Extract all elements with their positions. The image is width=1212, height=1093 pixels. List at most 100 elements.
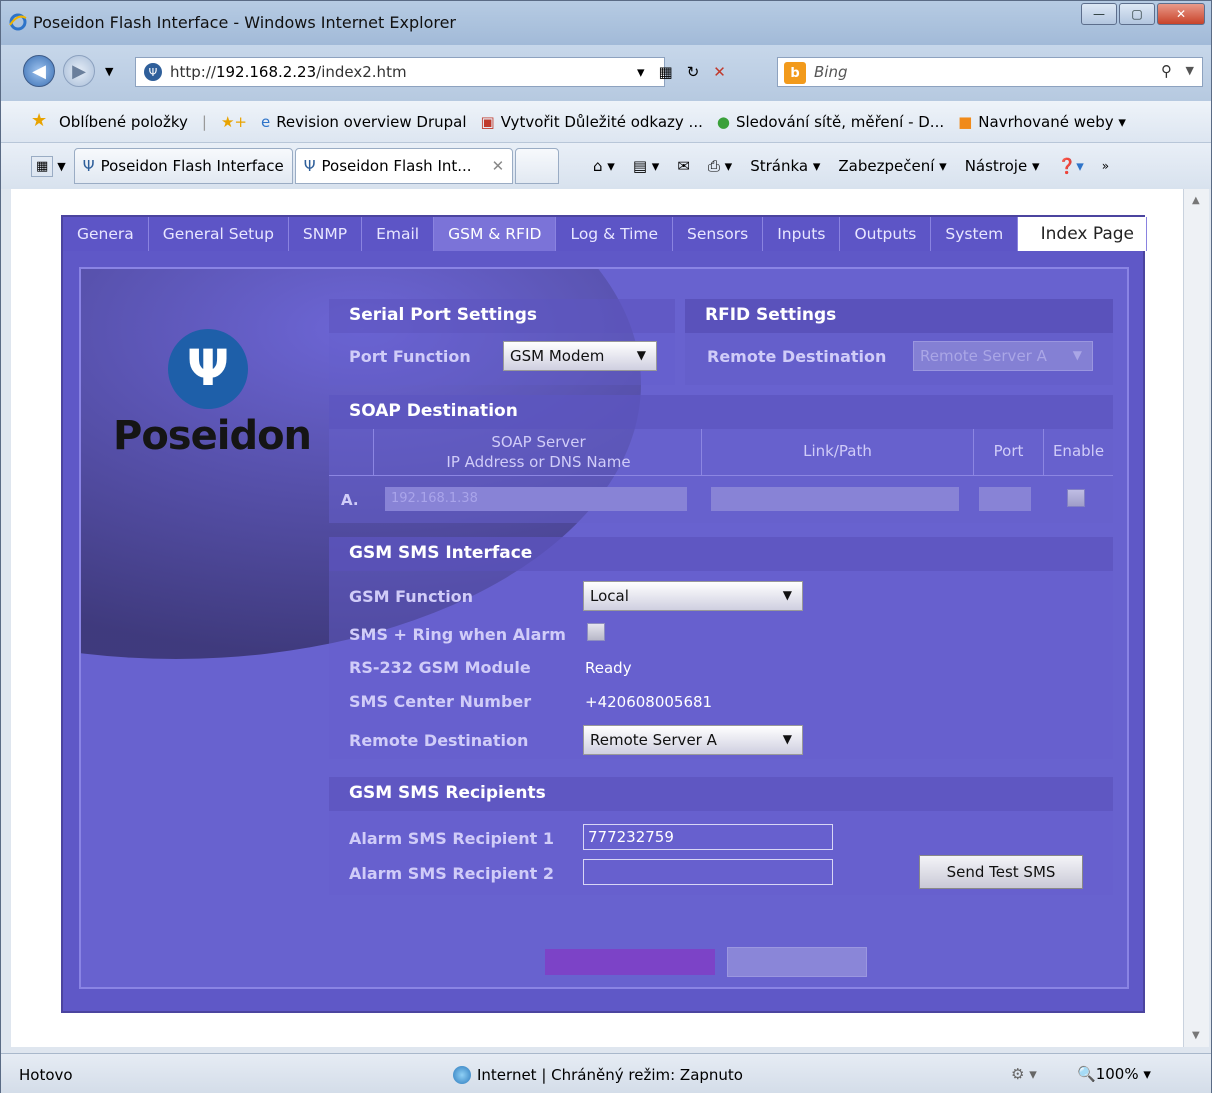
add-favorite-icon[interactable]: ★+ [221,113,247,131]
url-path: /index2.htm [316,63,407,81]
zoom-control[interactable]: 🔍100% ▾ [1077,1065,1151,1083]
tab-general-setup[interactable]: General Setup [148,217,289,251]
save-changes-button[interactable] [727,947,867,977]
gsm-function-select[interactable]: Local ▼ [583,581,803,611]
tab-favicon-icon: Ψ [303,157,316,175]
home-icon[interactable]: ⌂ ▾ [593,157,615,175]
bing-icon: b [784,62,806,84]
fav-item-navrhovane[interactable]: ■ Navrhované weby ▾ [958,113,1126,131]
sms-ring-checkbox[interactable] [587,623,605,641]
fav-item-vytvorit[interactable]: ▣ Vytvořit Důležité odkazy ... [481,113,703,131]
refresh-icon[interactable]: ↻ [687,63,700,81]
index-page-link[interactable]: Index Page [1026,217,1147,251]
poseidon-logo: Ψ Poseidon [113,329,312,459]
soap-server-field[interactable]: 192.168.1.38 [385,487,687,511]
fav-item-sledovani[interactable]: ● Sledování sítě, měření - D... [717,113,944,131]
favorites-bar: ★ Oblíbené položky | ★+ e Revision overvi… [1,101,1211,143]
gsm-section-title: GSM SMS Interface [329,537,1113,571]
recipient-1-input[interactable]: 777232759 [583,824,833,850]
new-tab-button[interactable] [515,148,560,184]
tab-inputs[interactable]: Inputs [763,217,841,251]
gsm-remote-destination-label: Remote Destination [349,731,529,750]
tab-email[interactable]: Email [362,217,435,251]
tab-genera[interactable]: Genera [63,217,149,251]
scroll-up-icon[interactable]: ▲ [1192,195,1200,206]
port-function-select[interactable]: GSM Modem ▼ [503,341,657,371]
fav-item-revision[interactable]: e Revision overview Drupal [261,113,467,131]
forward-icon[interactable]: ▶ [63,55,95,87]
maximize-button[interactable]: ▢ [1119,3,1155,25]
tab-outputs[interactable]: Outputs [840,217,932,251]
chevron-more-icon[interactable]: » [1102,159,1109,173]
suggested-sites-icon: ■ [958,112,973,131]
tab-snmp[interactable]: SNMP [288,217,363,251]
help-icon[interactable]: ❓▾ [1058,157,1084,175]
security-zone-text: Internet | Chráněný režim: Zapnuto [477,1066,743,1084]
gsm-module-label: RS-232 GSM Module [349,658,531,677]
quick-tabs-icon[interactable]: ▦ [31,155,54,177]
send-test-sms-button[interactable]: Send Test SMS [919,855,1083,889]
search-field[interactable]: b Bing ⚲ ▼ [777,57,1203,87]
tab-system[interactable]: System [931,217,1019,251]
browser-tab-1[interactable]: Ψ Poseidon Flash Interface [73,148,293,184]
close-button[interactable]: ✕ [1157,3,1205,25]
url-field[interactable]: Ψ http://192.168.2.23/index2.htm [135,57,665,87]
soap-col-server-line2: IP Address or DNS Name [446,453,631,471]
feeds-icon[interactable]: ▤ ▾ [633,157,659,175]
ie-logo-icon [9,13,27,31]
tab-gsm-rfid[interactable]: GSM & RFID [434,217,557,251]
soap-divider [329,475,1113,476]
browser-tab-label: Poseidon Flash Int... [321,157,472,175]
recipient-1-label: Alarm SMS Recipient 1 [349,829,555,848]
rfid-remote-destination-select[interactable]: Remote Server A ▼ [913,341,1093,371]
tab-list-dropdown-icon[interactable]: ▼ [57,160,65,173]
recipient-2-input[interactable] [583,859,833,885]
tab-close-icon[interactable]: ✕ [492,157,505,175]
stop-icon[interactable]: ✕ [713,63,726,81]
internet-globe-icon [453,1066,471,1084]
print-icon[interactable]: ⎙ ▾ [708,157,732,175]
security-menu[interactable]: Zabezpečení ▾ [838,157,946,175]
chevron-down-icon: ▼ [782,732,792,746]
chevron-down-icon: ▼ [782,588,792,602]
tab-sensors[interactable]: Sensors [673,217,764,251]
serial-section-title: Serial Port Settings [329,299,675,333]
search-dropdown-icon[interactable]: ▼ [1186,64,1194,77]
mail-icon[interactable]: ✉ [677,157,690,175]
gsm-remote-destination-select[interactable]: Remote Server A ▼ [583,725,803,755]
sms-center-label: SMS Center Number [349,692,532,711]
soap-link-field[interactable] [711,487,959,511]
soap-port-field[interactable] [979,487,1031,511]
vertical-scrollbar[interactable]: ▲ ▼ [1183,189,1209,1047]
history-dropdown-icon[interactable]: ▼ [105,65,113,78]
title-bar: Poseidon Flash Interface - Windows Inter… [1,1,1211,45]
soap-col-link: Link/Path [701,429,973,475]
recipient-2-label: Alarm SMS Recipient 2 [349,864,555,883]
url-host: 192.168.2.23 [215,63,317,81]
url-dropdown-icon[interactable]: ▾ [637,63,645,81]
soap-enable-checkbox[interactable] [1067,489,1085,507]
security-zone[interactable]: Internet | Chráněný režim: Zapnuto [453,1066,743,1084]
scroll-down-icon[interactable]: ▼ [1192,1030,1200,1041]
protected-mode-icon[interactable]: ⚙ ▾ [1011,1065,1037,1083]
fav-item-label: Vytvořit Důležité odkazy ... [500,112,703,131]
page-menu[interactable]: Stránka ▾ [750,157,820,175]
favorites-button[interactable]: Oblíbené položky [59,113,188,131]
tab-log-time[interactable]: Log & Time [556,217,674,251]
gsm-function-value: Local [590,587,629,605]
bottom-bar-left[interactable] [545,949,715,975]
browser-window: Poseidon Flash Interface - Windows Inter… [0,0,1212,1093]
tools-menu[interactable]: Nástroje ▾ [965,157,1040,175]
port-function-value: GSM Modem [510,347,605,365]
compat-view-icon[interactable]: ▦ [659,63,673,81]
recipients-section-title: GSM SMS Recipients [329,777,1113,811]
green-circle-icon: ● [716,112,730,131]
chevron-down-icon: ▼ [636,348,646,362]
ie-page-icon: e [260,112,271,131]
url-prefix: http:// [170,63,216,81]
search-icon[interactable]: ⚲ [1161,62,1172,80]
minimize-button[interactable]: — [1081,3,1117,25]
browser-tab-2[interactable]: Ψ Poseidon Flash Int... ✕ [294,148,514,184]
back-icon[interactable]: ◀ [23,55,55,87]
favorites-divider: | [201,112,207,131]
